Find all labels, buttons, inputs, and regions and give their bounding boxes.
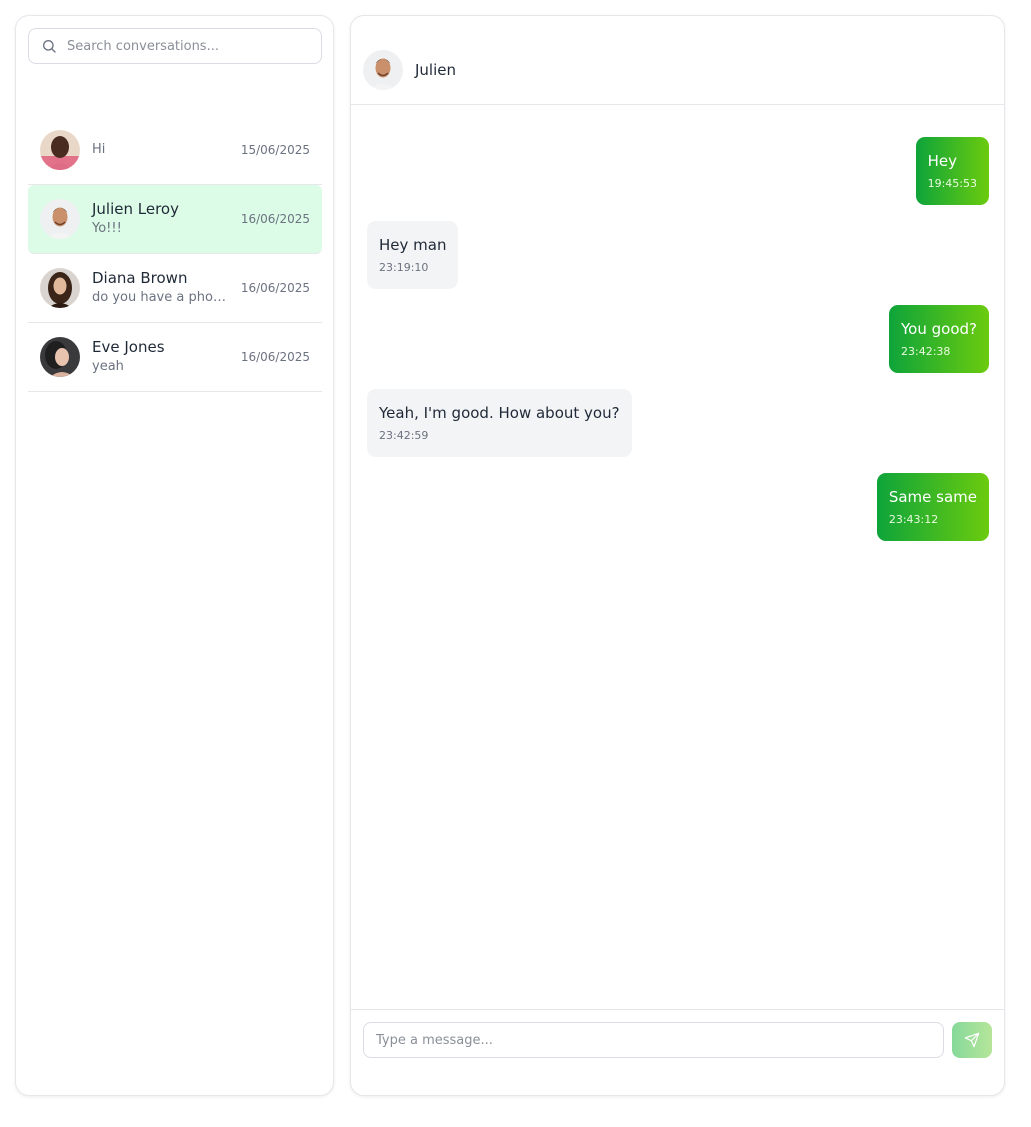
- conversation-preview: yeah: [92, 359, 124, 374]
- message-composer: [351, 1009, 1004, 1095]
- message-row-incoming: Hey man 23:19:10: [367, 221, 989, 289]
- message-bubble-outgoing: Same same 23:43:12: [876, 473, 989, 541]
- conversation-item-active[interactable]: Julien Leroy Yo!!! 16/06/2025: [28, 185, 322, 254]
- message-input[interactable]: [363, 1022, 944, 1058]
- message-text: Hey: [927, 152, 957, 170]
- message-bubble-outgoing: You good? 23:42:38: [889, 305, 989, 373]
- message-row-outgoing: You good? 23:42:38: [367, 305, 989, 373]
- message-row-incoming: Yeah, I'm good. How about you? 23:42:59: [367, 389, 989, 457]
- message-row-outgoing: Hey 19:45:53: [367, 137, 989, 205]
- message-bubble-incoming: Yeah, I'm good. How about you? 23:42:59: [367, 389, 632, 457]
- message-list: Hey 19:45:53 Hey man 23:19:10 You good? …: [367, 137, 989, 557]
- message-time: 19:45:53: [927, 177, 977, 190]
- conversation-list: Hi 15/06/2025 Julien Leroy Yo!!! 16/06/2…: [28, 116, 322, 392]
- message-row-outgoing: Same same 23:43:12: [367, 473, 989, 541]
- message-bubble-outgoing: Hey 19:45:53: [915, 137, 989, 205]
- conversation-item[interactable]: Hi 15/06/2025: [28, 116, 322, 185]
- conversation-name: Eve Jones: [92, 338, 165, 356]
- conversation-preview: Yo!!!: [92, 221, 122, 236]
- message-time: 23:19:10: [379, 261, 429, 274]
- message-text: You good?: [901, 320, 977, 338]
- message-text: Same same: [888, 488, 977, 506]
- chat-contact-name: Julien: [415, 61, 457, 79]
- chat-header: Julien: [351, 16, 1004, 105]
- message-text: Hey man: [379, 236, 447, 254]
- message-time: 23:42:38: [901, 345, 951, 358]
- avatar: [40, 130, 80, 170]
- send-icon: [964, 1032, 980, 1048]
- conversation-item[interactable]: Diana Brown do you have a phone ... 16/0…: [28, 254, 322, 323]
- conversation-name: Julien Leroy: [92, 200, 179, 218]
- message-time: 23:43:12: [888, 513, 939, 526]
- conversation-date: 16/06/2025: [240, 212, 310, 226]
- contact-avatar[interactable]: [363, 50, 403, 90]
- conversation-name: Diana Brown: [92, 269, 188, 287]
- message-bubble-incoming: Hey man 23:19:10: [367, 221, 459, 289]
- message-text: Yeah, I'm good. How about you?: [379, 404, 620, 422]
- conversation-date: 16/06/2025: [240, 281, 310, 295]
- conversation-date: 16/06/2025: [240, 350, 310, 364]
- search-box[interactable]: [28, 28, 322, 64]
- conversation-preview: Hi: [92, 142, 106, 157]
- avatar: [40, 268, 80, 308]
- conversation-preview: do you have a phone ...: [92, 290, 233, 305]
- conversation-date: 15/06/2025: [240, 143, 310, 157]
- conversation-sidebar: Hi 15/06/2025 Julien Leroy Yo!!! 16/06/2…: [15, 15, 334, 1096]
- search-input[interactable]: [67, 38, 297, 54]
- avatar: [40, 337, 80, 377]
- conversation-item[interactable]: Eve Jones yeah 16/06/2025: [28, 323, 322, 392]
- avatar: [40, 199, 80, 239]
- send-button[interactable]: [952, 1022, 992, 1058]
- chat-panel: Julien Hey 19:45:53 Hey man 23:19:10 You…: [350, 15, 1005, 1096]
- message-time: 23:42:59: [379, 429, 429, 442]
- search-icon: [43, 40, 56, 53]
